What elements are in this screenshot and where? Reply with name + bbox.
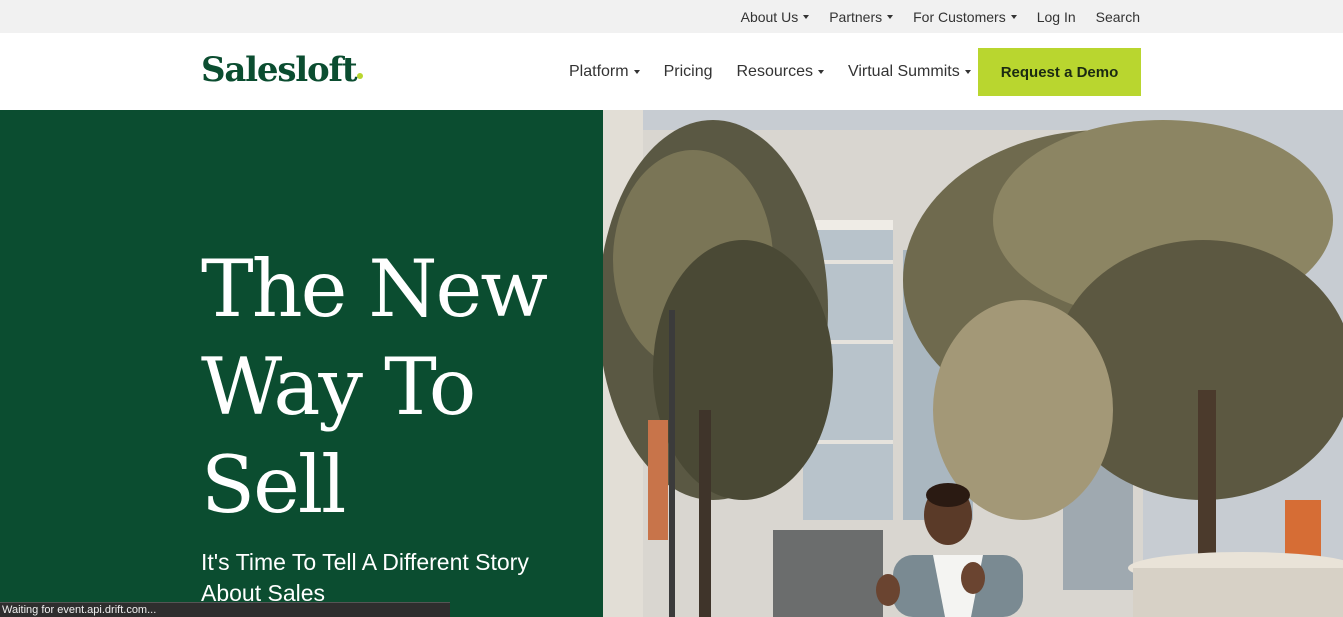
utility-item-label: Partners bbox=[829, 8, 883, 25]
utility-item-label: About Us bbox=[740, 8, 799, 25]
hero-title-line: Sell bbox=[201, 439, 346, 531]
utility-item-partners[interactable]: Partners bbox=[829, 8, 894, 25]
caret-down-icon bbox=[803, 14, 810, 19]
nav-item-label: Resources bbox=[736, 62, 813, 80]
nav-item-resources[interactable]: Resources bbox=[736, 62, 824, 81]
logo-dot-icon bbox=[357, 73, 364, 79]
utility-item-label: For Customers bbox=[913, 8, 1006, 25]
logo[interactable]: Salesloft bbox=[201, 50, 364, 90]
utility-item-log-in[interactable]: Log In bbox=[1037, 9, 1076, 25]
caret-down-icon bbox=[633, 69, 640, 74]
request-demo-button[interactable]: Request a Demo bbox=[978, 48, 1141, 96]
hero-subtitle: It's Time To Tell A Different Story Abou… bbox=[201, 549, 529, 606]
hero-video-frame bbox=[603, 110, 1343, 617]
fountain bbox=[1128, 552, 1343, 617]
caret-down-icon bbox=[887, 14, 894, 19]
utility-bar: About Us Partners For Customers Log In S… bbox=[0, 0, 1343, 33]
utility-item-label: Search bbox=[1095, 8, 1140, 25]
utility-item-label: Log In bbox=[1036, 8, 1076, 25]
nav-item-pricing[interactable]: Pricing bbox=[664, 63, 713, 81]
logo-text: Salesloft bbox=[201, 50, 358, 90]
nav-item-platform[interactable]: Platform bbox=[569, 63, 640, 81]
main-nav: Platform Pricing Resources Virtual Summi… bbox=[569, 33, 971, 110]
caret-down-icon bbox=[817, 69, 824, 74]
hero-panel: The New Way To Sell It's Time To Tell A … bbox=[0, 110, 603, 617]
caret-down-icon bbox=[1010, 14, 1017, 19]
status-text: Waiting for event.api.drift.com... bbox=[2, 604, 157, 616]
utility-nav: About Us Partners For Customers Log In S… bbox=[741, 0, 1140, 33]
hero-title-line: Way To bbox=[201, 341, 476, 433]
hero-title: The New Way To Sell bbox=[201, 240, 581, 534]
nav-item-label: Virtual Summits bbox=[847, 62, 960, 80]
utility-item-about-us[interactable]: About Us bbox=[741, 9, 810, 25]
utility-item-for-customers[interactable]: For Customers bbox=[913, 9, 1017, 25]
browser-status-bar: Waiting for event.api.drift.com... bbox=[0, 602, 450, 617]
nav-item-label: Platform bbox=[569, 62, 629, 80]
nav-item-virtual-summits[interactable]: Virtual Summits bbox=[848, 63, 971, 81]
main-header: Salesloft Platform Pricing Resources Vir… bbox=[0, 33, 1343, 110]
hero-title-line: The New bbox=[201, 243, 548, 335]
nav-item-label: Pricing bbox=[663, 62, 713, 80]
caret-down-icon bbox=[964, 69, 971, 74]
hero-video[interactable] bbox=[603, 110, 1343, 617]
utility-item-search[interactable]: Search bbox=[1096, 9, 1140, 25]
